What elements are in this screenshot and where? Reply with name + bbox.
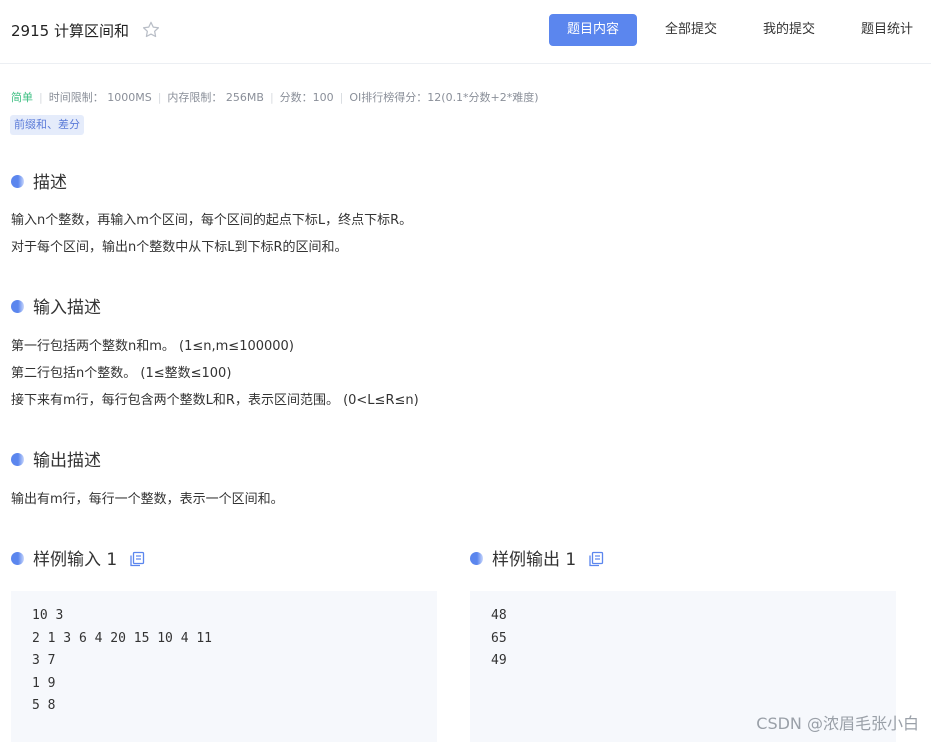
time-limit: 时间限制： 1000MS bbox=[48, 91, 152, 104]
meta-divider: | bbox=[157, 91, 162, 104]
code-line: 65 bbox=[491, 630, 507, 646]
input-description-body: 第一行包括两个整数n和m。 (1≤n,m≤100000) 第二行包括n个整数。 … bbox=[11, 333, 419, 414]
tab-my-submissions[interactable]: 我的提交 bbox=[746, 14, 832, 46]
output-description-body: 输出有m行，每行一个整数，表示一个区间和。 bbox=[11, 486, 284, 513]
meta-divider: | bbox=[39, 91, 43, 104]
star-outline-icon[interactable] bbox=[141, 20, 161, 40]
problem-header: 2915 计算区间和 题目内容 全部提交 我的提交 题目统计 bbox=[0, 0, 931, 64]
section-dot-icon bbox=[11, 453, 24, 466]
output-description-heading: 输出描述 bbox=[11, 446, 101, 471]
copy-icon[interactable] bbox=[129, 551, 145, 567]
oi-score: OI排行榜得分：12(0.1*分数+2*难度) bbox=[349, 91, 539, 104]
text-line: 输入n个整数，再输入m个区间，每个区间的起点下标L，终点下标R。 bbox=[11, 213, 413, 228]
sample-input-box[interactable]: 10 3 2 1 3 6 4 20 15 10 4 11 3 7 1 9 5 8 bbox=[11, 591, 437, 742]
section-title-text: 输出描述 bbox=[33, 451, 101, 471]
copy-icon[interactable] bbox=[588, 551, 604, 567]
sample-output-heading: 样例输出 1 bbox=[470, 545, 604, 570]
text-line: 对于每个区间，输出n个整数中从下标L到下标R的区间和。 bbox=[11, 240, 348, 255]
tab-problem-stats[interactable]: 题目统计 bbox=[844, 14, 930, 46]
problem-tag[interactable]: 前缀和、差分 bbox=[10, 115, 84, 135]
code-line: 3 7 bbox=[32, 653, 56, 668]
problem-meta: 简单 | 时间限制： 1000MS | 内存限制： 256MB | 分数：100 | OI排行榜… bbox=[11, 89, 539, 105]
sample-input-heading: 样例输入 1 bbox=[11, 545, 145, 570]
code-line: 10 3 bbox=[32, 608, 64, 623]
text-line: 接下来有m行，每行包含两个整数L和R，表示区间范围。 (0<L≤R≤n) bbox=[11, 393, 419, 408]
section-dot-icon bbox=[470, 552, 483, 565]
description-heading: 描述 bbox=[11, 168, 67, 193]
text-line: 第一行包括两个整数n和m。 (1≤n,m≤100000) bbox=[11, 339, 294, 354]
watermark: CSDN @浓眉毛张小白 bbox=[756, 714, 919, 733]
difficulty-level: 简单 bbox=[11, 91, 33, 104]
meta-divider: | bbox=[339, 91, 344, 104]
problem-title: 2915 计算区间和 bbox=[11, 22, 129, 40]
section-title-text: 样例输入 1 bbox=[33, 550, 118, 570]
meta-divider: | bbox=[269, 91, 274, 104]
code-line: 5 8 bbox=[32, 698, 56, 713]
code-line: 49 bbox=[491, 653, 507, 668]
section-dot-icon bbox=[11, 175, 24, 188]
memory-limit: 内存限制： 256MB bbox=[167, 91, 264, 104]
code-line: 2 1 3 6 4 20 15 10 4 11 bbox=[32, 630, 213, 646]
score: 分数：100 bbox=[279, 91, 334, 104]
input-description-heading: 输入描述 bbox=[11, 293, 101, 318]
section-dot-icon bbox=[11, 300, 24, 313]
section-dot-icon bbox=[11, 552, 24, 565]
text-line: 输出有m行，每行一个整数，表示一个区间和。 bbox=[11, 492, 284, 507]
description-body: 输入n个整数，再输入m个区间，每个区间的起点下标L，终点下标R。 对于每个区间，… bbox=[11, 207, 412, 261]
section-title-text: 输入描述 bbox=[33, 298, 101, 318]
tab-problem-content[interactable]: 题目内容 bbox=[549, 14, 637, 46]
tab-all-submissions[interactable]: 全部提交 bbox=[648, 14, 734, 46]
code-line: 1 9 bbox=[32, 675, 56, 691]
section-title-text: 描述 bbox=[33, 173, 67, 193]
section-title-text: 样例输出 1 bbox=[492, 550, 577, 570]
text-line: 第二行包括n个整数。 (1≤整数≤100) bbox=[11, 366, 232, 381]
code-line: 48 bbox=[491, 608, 507, 623]
